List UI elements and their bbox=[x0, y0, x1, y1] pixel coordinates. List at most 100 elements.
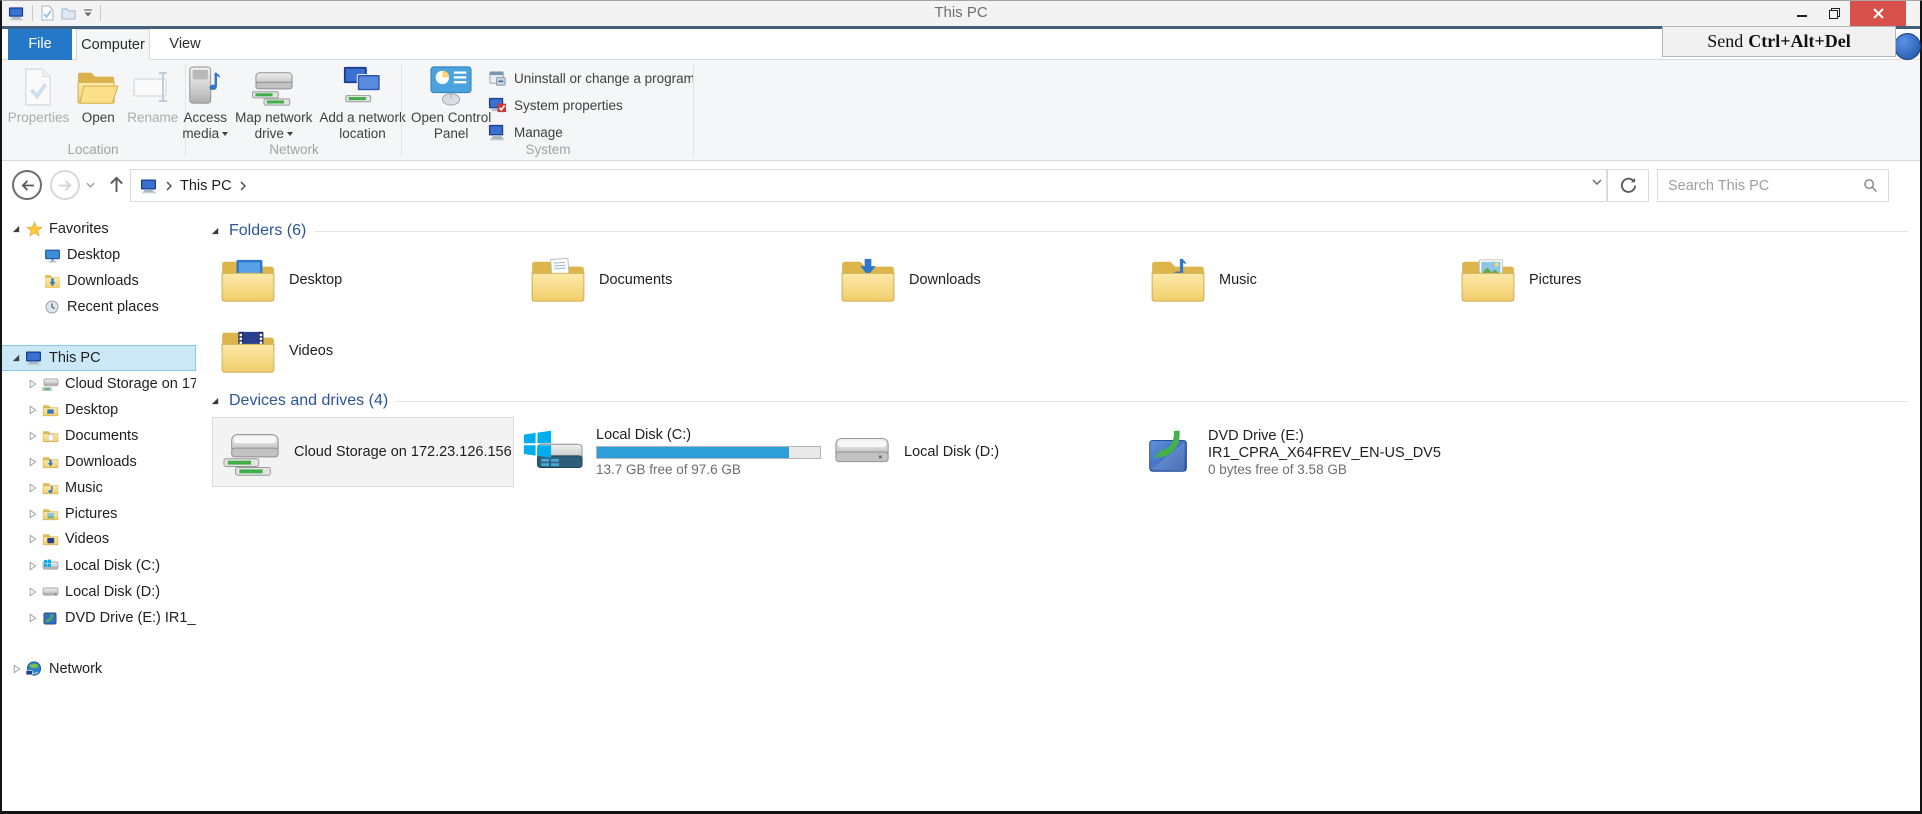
window-title: This PC bbox=[934, 4, 988, 21]
expand-arrow-icon[interactable] bbox=[24, 561, 39, 571]
minimize-button[interactable] bbox=[1786, 0, 1818, 26]
folder-tile-desktop[interactable]: Desktop bbox=[220, 249, 520, 311]
section-divider bbox=[315, 230, 1908, 232]
drive-name: DVD Drive (E:) bbox=[1208, 427, 1304, 444]
expand-arrow-icon[interactable] bbox=[24, 483, 39, 493]
rename-button[interactable]: Rename bbox=[124, 62, 181, 127]
open-control-panel-button[interactable]: Open Control Panel bbox=[408, 62, 494, 143]
collapse-arrow-icon[interactable] bbox=[210, 396, 220, 406]
open-button[interactable]: Open bbox=[73, 62, 123, 127]
sidebar-item-pc-music[interactable]: Music bbox=[0, 475, 196, 501]
ribbon-group-location: Properties Open Rename Location bbox=[0, 60, 186, 160]
ctrl-alt-del-label: Ctrl+Alt+Del bbox=[1748, 31, 1851, 51]
address-box[interactable]: This PC bbox=[130, 169, 1607, 202]
expand-arrow-icon[interactable] bbox=[24, 587, 39, 597]
ribbon-group-system: Open Control Panel Uninstall or change a … bbox=[402, 60, 695, 160]
manage-button[interactable]: Manage bbox=[488, 121, 695, 143]
file-list-pane: Folders (6) Desktop Documents Downloads … bbox=[196, 209, 1922, 811]
expand-arrow-icon[interactable] bbox=[8, 664, 23, 674]
tab-view[interactable]: View bbox=[154, 29, 216, 60]
sidebar-item-pc-documents[interactable]: Documents bbox=[0, 423, 196, 449]
documents-folder-icon bbox=[530, 257, 586, 303]
drive-icon bbox=[39, 586, 61, 599]
dvd-drive-icon bbox=[1142, 426, 1196, 478]
network-drive-icon bbox=[39, 377, 61, 392]
sidebar-item-downloads[interactable]: Downloads bbox=[0, 268, 196, 294]
expand-arrow-icon[interactable] bbox=[24, 379, 39, 389]
folders-section-header[interactable]: Folders (6) bbox=[210, 222, 1908, 240]
collapse-arrow-icon[interactable] bbox=[8, 224, 23, 234]
blue-circle-icon[interactable] bbox=[1894, 33, 1921, 60]
properties-button[interactable]: Properties bbox=[5, 62, 73, 127]
breadcrumb-this-pc[interactable]: This PC bbox=[180, 178, 232, 194]
folder-tile-music[interactable]: Music bbox=[1150, 249, 1450, 311]
sidebar-item-local-disk-c[interactable]: Local Disk (C:) bbox=[0, 553, 196, 579]
expand-arrow-icon[interactable] bbox=[24, 509, 39, 519]
sidebar-item-local-disk-d[interactable]: Local Disk (D:) bbox=[0, 579, 196, 605]
expand-arrow-icon[interactable] bbox=[24, 457, 39, 467]
search-icon[interactable] bbox=[1863, 178, 1878, 193]
sidebar-item-pc-desktop[interactable]: Desktop bbox=[0, 397, 196, 423]
tab-file[interactable]: File bbox=[8, 29, 72, 60]
uninstall-program-button[interactable]: Uninstall or change a program bbox=[488, 67, 695, 89]
send-label: Send bbox=[1707, 31, 1744, 51]
sidebar-item-dvd-drive[interactable]: DVD Drive (E:) IR1_Cl bbox=[0, 605, 196, 631]
sidebar-item-cloud-storage[interactable]: Cloud Storage on 17 bbox=[0, 371, 196, 397]
add-network-location-icon bbox=[340, 63, 386, 110]
expand-arrow-icon[interactable] bbox=[24, 405, 39, 415]
sidebar-item-this-pc[interactable]: This PC bbox=[0, 345, 196, 371]
sidebar-item-pc-pictures[interactable]: Pictures bbox=[0, 501, 196, 527]
group-label-location: Location bbox=[67, 142, 119, 157]
folder-tile-videos[interactable]: Videos bbox=[220, 320, 520, 382]
ribbon: Properties Open Rename Location Access me… bbox=[0, 60, 1922, 161]
breadcrumb-arrow-icon[interactable] bbox=[166, 181, 172, 191]
sidebar-item-desktop[interactable]: Desktop bbox=[0, 242, 196, 268]
music-folder-icon bbox=[39, 481, 61, 496]
address-history-chevron[interactable] bbox=[1592, 179, 1602, 185]
tab-computer[interactable]: Computer bbox=[76, 29, 150, 60]
recent-places-icon bbox=[41, 299, 63, 315]
send-ctrl-alt-del-button[interactable]: Send Ctrl+Alt+Del bbox=[1662, 26, 1896, 57]
expand-arrow-icon[interactable] bbox=[24, 613, 39, 623]
disk-usage-bar bbox=[596, 446, 821, 459]
refresh-button[interactable] bbox=[1607, 169, 1649, 202]
collapse-arrow-icon[interactable] bbox=[8, 353, 23, 363]
device-tile-local-disk-d[interactable]: Local Disk (D:) bbox=[832, 417, 1134, 487]
search-input[interactable] bbox=[1668, 177, 1857, 194]
sidebar-item-recent-places[interactable]: Recent places bbox=[0, 294, 196, 320]
breadcrumb-arrow-icon[interactable] bbox=[240, 181, 246, 191]
access-media-button[interactable]: Access media bbox=[179, 62, 231, 143]
sidebar-item-pc-videos[interactable]: Videos bbox=[0, 526, 196, 552]
restore-button[interactable] bbox=[1818, 0, 1850, 26]
map-network-drive-button[interactable]: Map network drive bbox=[232, 62, 315, 143]
pictures-folder-icon bbox=[1460, 257, 1516, 303]
recent-locations-dropdown[interactable] bbox=[86, 182, 95, 188]
folder-tile-downloads[interactable]: Downloads bbox=[840, 249, 1140, 311]
folder-tile-pictures[interactable]: Pictures bbox=[1460, 249, 1760, 311]
folder-icon bbox=[39, 403, 61, 418]
forward-button[interactable] bbox=[50, 170, 80, 200]
back-button[interactable] bbox=[12, 170, 42, 200]
system-properties-icon bbox=[488, 96, 507, 115]
device-tile-dvd-drive[interactable]: DVD Drive (E:) IR1_CPRA_X64FREV_EN-US_DV… bbox=[1142, 417, 1458, 487]
device-tile-local-disk-c[interactable]: Local Disk (C:) 13.7 GB free of 97.6 GB bbox=[522, 417, 824, 487]
up-button[interactable] bbox=[108, 175, 125, 194]
add-network-location-button[interactable]: Add a network location bbox=[316, 62, 408, 143]
folder-tile-documents[interactable]: Documents bbox=[530, 249, 830, 311]
group-label-system: System bbox=[525, 142, 571, 157]
sidebar-item-pc-downloads[interactable]: Downloads bbox=[0, 449, 196, 475]
devices-section-header[interactable]: Devices and drives (4) bbox=[210, 392, 1908, 410]
downloads-folder-icon bbox=[41, 273, 63, 289]
chevron-down-icon bbox=[286, 132, 293, 136]
rename-icon bbox=[132, 63, 174, 110]
close-button[interactable] bbox=[1850, 0, 1906, 26]
system-properties-button[interactable]: System properties bbox=[488, 94, 695, 116]
free-space-label: 13.7 GB free of 97.6 GB bbox=[596, 462, 741, 477]
sidebar-item-network[interactable]: Network bbox=[0, 656, 196, 682]
collapse-arrow-icon[interactable] bbox=[210, 226, 220, 236]
expand-arrow-icon[interactable] bbox=[24, 431, 39, 441]
sidebar-item-favorites[interactable]: Favorites bbox=[0, 216, 196, 242]
open-folder-icon bbox=[76, 63, 120, 110]
expand-arrow-icon[interactable] bbox=[24, 534, 39, 544]
device-tile-cloud-storage[interactable]: Cloud Storage on 172.23.126.156 bbox=[212, 417, 514, 487]
